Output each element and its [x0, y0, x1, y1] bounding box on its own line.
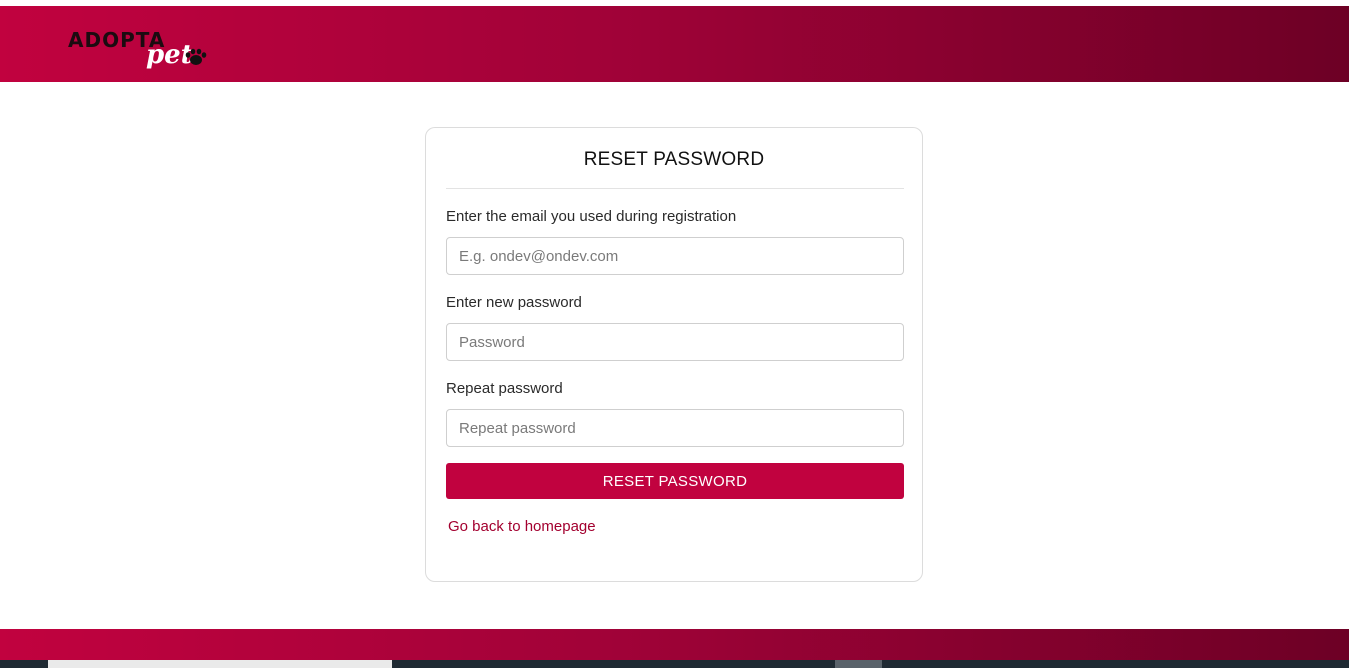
repeat-password-field[interactable]	[446, 409, 904, 447]
site-logo[interactable]: ADOPTA pet	[68, 26, 228, 76]
email-label: Enter the email you used during registra…	[446, 208, 737, 225]
title-divider	[446, 188, 904, 189]
taskbar-search-box[interactable]	[48, 660, 392, 668]
paw-icon	[185, 48, 207, 65]
reset-password-card: RESET PASSWORD Enter the email you used …	[425, 127, 923, 582]
back-to-homepage-link[interactable]: Go back to homepage	[448, 518, 596, 535]
page-title: RESET PASSWORD	[583, 149, 765, 170]
new-password-field[interactable]	[446, 323, 904, 361]
repeat-password-label: Repeat password	[446, 380, 563, 397]
email-field[interactable]	[446, 237, 904, 275]
reset-password-button[interactable]: RESET PASSWORD	[446, 463, 904, 499]
taskbar-app-button[interactable]	[835, 660, 882, 668]
site-header: ADOPTA pet	[0, 6, 1349, 82]
new-password-label: Enter new password	[446, 294, 582, 311]
